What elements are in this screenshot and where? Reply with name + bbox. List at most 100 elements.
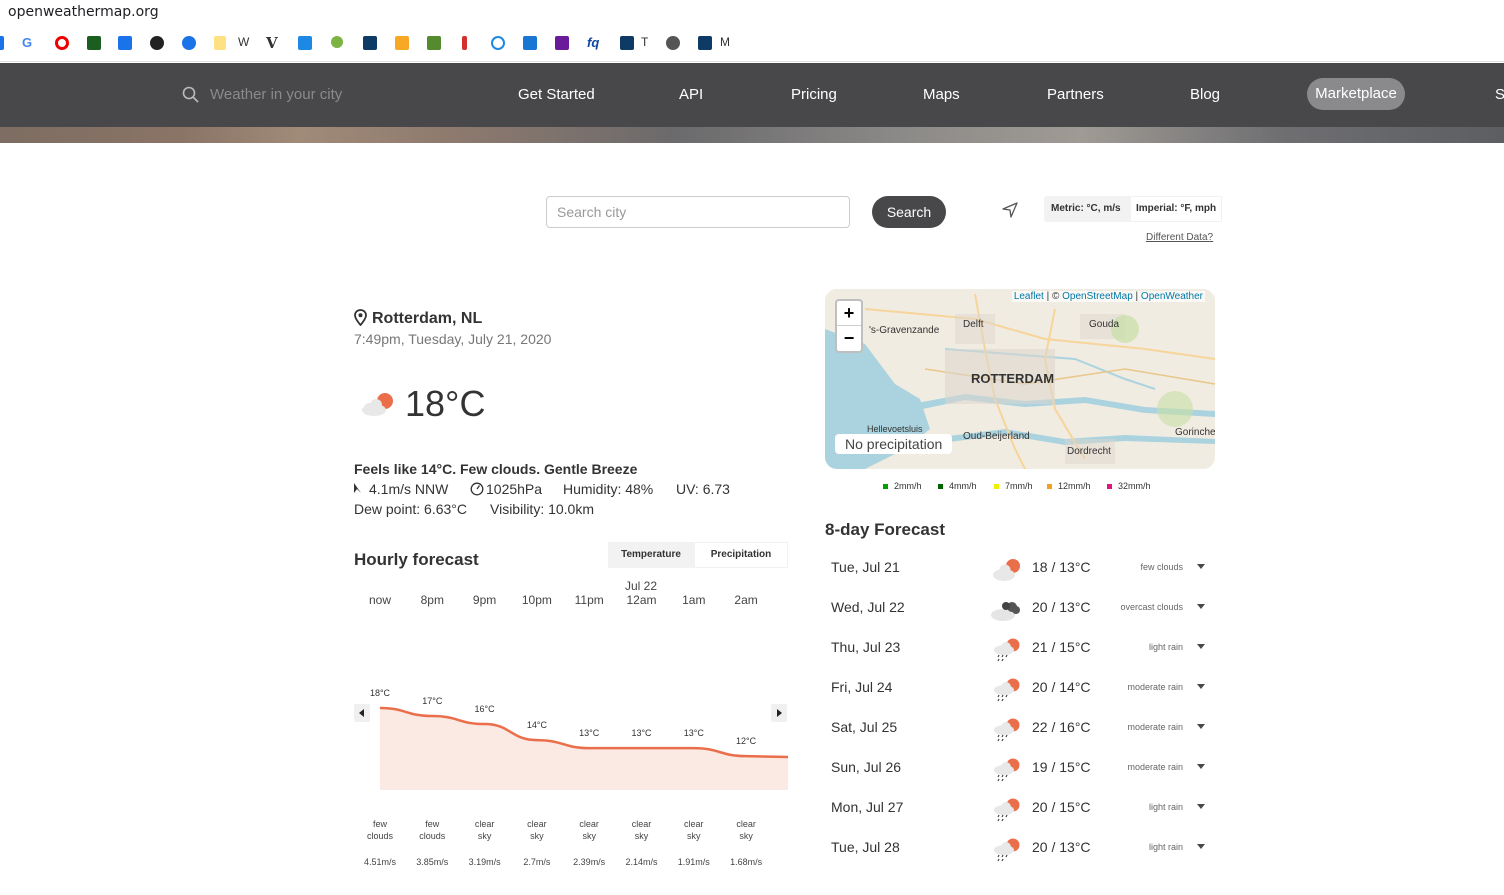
forecast-day: Mon, Jul 27	[831, 799, 904, 815]
forecast-temp: 22 / 16°C	[1032, 719, 1091, 735]
v-logo-icon[interactable]: V	[266, 36, 280, 51]
nav-link-partial[interactable]: S	[1495, 86, 1504, 103]
nav-link-pricing[interactable]: Pricing	[791, 86, 837, 103]
browser-url-bar[interactable]: openweathermap.org	[0, 0, 1504, 26]
forecast-day: Sat, Jul 25	[831, 719, 898, 735]
opera-icon[interactable]	[55, 36, 69, 50]
expand-caret-icon[interactable]	[1197, 764, 1205, 769]
map-label: Dordrecht	[1067, 446, 1111, 457]
bookmark-icon[interactable]	[150, 36, 164, 50]
description-line: sky	[687, 831, 701, 841]
zoom-in-button[interactable]: +	[837, 301, 861, 326]
account-icon[interactable]	[182, 36, 196, 50]
description-line: clear	[631, 819, 652, 829]
nav-link-maps[interactable]: Maps	[923, 86, 960, 103]
imperial-option[interactable]: Imperial: °F, mph	[1130, 196, 1222, 222]
bookmark-label[interactable]: M	[720, 35, 730, 49]
forecast-row[interactable]: Sat, Jul 25 22 / 16°C moderate rain	[825, 710, 1215, 750]
expand-caret-icon[interactable]	[1197, 804, 1205, 809]
different-data-link[interactable]: Different Data?	[1146, 232, 1213, 243]
forecast-temp: 19 / 15°C	[1032, 759, 1091, 775]
legend-label: 12mm/h	[1058, 481, 1091, 491]
rain-icon	[994, 638, 1020, 662]
forecast-row[interactable]: Tue, Jul 21 18 / 13°C few clouds	[825, 550, 1215, 590]
forecast-description: light rain	[1148, 802, 1183, 812]
hourly-wind: 3.85m/s	[416, 857, 449, 867]
rain-icon	[994, 838, 1020, 862]
pressure: 1025hPa	[486, 481, 543, 497]
openweather-link[interactable]: OpenWeather	[1141, 291, 1203, 302]
city-search-input[interactable]: Search city	[546, 196, 850, 228]
forecast-temp: 21 / 15°C	[1032, 639, 1091, 655]
nav-link-blog[interactable]: Blog	[1190, 86, 1220, 103]
leaflet-link[interactable]: Leaflet	[1014, 291, 1044, 302]
tab-precipitation[interactable]: Precipitation	[694, 542, 788, 568]
bookmark-icon[interactable]	[427, 36, 441, 50]
bookmark-label[interactable]: W	[238, 35, 249, 49]
forecast-day: Thu, Jul 23	[831, 639, 901, 655]
nav-link-partners[interactable]: Partners	[1047, 86, 1104, 103]
search-icon[interactable]	[182, 86, 199, 103]
hourly-description: clear sky	[512, 818, 562, 842]
description-line: clear	[736, 819, 756, 829]
expand-caret-icon[interactable]	[1197, 604, 1205, 609]
bookmark-icon[interactable]	[298, 36, 312, 50]
few-clouds-icon	[993, 559, 1020, 581]
bookmark-icon[interactable]	[331, 36, 343, 48]
nav-link-marketplace[interactable]: Marketplace	[1307, 78, 1405, 110]
description-line: clear	[527, 819, 547, 829]
calendar-icon[interactable]	[118, 36, 132, 50]
forecast-row[interactable]: Mon, Jul 27 20 / 15°C light rain	[825, 790, 1215, 830]
note-icon[interactable]	[214, 36, 226, 50]
units-toggle: Metric: °C, m/s Imperial: °F, mph	[1044, 196, 1222, 222]
forecast-row[interactable]: Fri, Jul 24 20 / 14°C moderate rain	[825, 670, 1215, 710]
bookmark-label[interactable]: T	[641, 35, 648, 49]
wind-speed: 4.1m/s NNW	[369, 481, 449, 497]
expand-caret-icon[interactable]	[1197, 724, 1205, 729]
expand-caret-icon[interactable]	[1197, 564, 1205, 569]
nav-link-get-started[interactable]: Get Started	[518, 86, 595, 103]
wind-direction-icon	[354, 483, 361, 493]
expand-caret-icon[interactable]	[1197, 684, 1205, 689]
temperature-data-label: 17°C	[422, 696, 443, 706]
legend-item: 32mm/h	[1107, 481, 1151, 491]
forecast-description: moderate rain	[1127, 762, 1183, 772]
zoom-out-button[interactable]: −	[837, 326, 861, 351]
forecast-row[interactable]: Sun, Jul 26 19 / 15°C moderate rain	[825, 750, 1215, 790]
osm-link[interactable]: OpenStreetMap	[1062, 291, 1133, 302]
nav-link-api[interactable]: API	[679, 86, 703, 103]
metric-option[interactable]: Metric: °C, m/s	[1051, 203, 1121, 214]
expand-caret-icon[interactable]	[1197, 644, 1205, 649]
description-line: sky	[477, 831, 492, 841]
radio-icon[interactable]	[491, 36, 505, 50]
globe-icon[interactable]	[666, 36, 680, 50]
bookmark-icon[interactable]	[523, 36, 537, 50]
location-arrow-icon[interactable]	[1001, 201, 1019, 219]
expand-caret-icon[interactable]	[1197, 844, 1205, 849]
bookmark-icon[interactable]	[395, 36, 409, 50]
google-icon[interactable]: G	[22, 36, 36, 50]
description-line: clear	[474, 819, 495, 829]
search-button[interactable]: Search	[872, 196, 946, 228]
grid-icon[interactable]	[555, 36, 569, 50]
description-line: few	[425, 819, 440, 829]
bookmark-icon[interactable]	[363, 36, 377, 50]
forecast-description: moderate rain	[1127, 682, 1183, 692]
bookmark-icon[interactable]	[620, 36, 634, 50]
hourly-description: clear sky	[564, 818, 614, 842]
url-text[interactable]: openweathermap.org	[8, 4, 159, 20]
nav-search-input[interactable]: Weather in your city	[210, 86, 342, 103]
forecast-row[interactable]: Thu, Jul 23 21 / 15°C light rain	[825, 630, 1215, 670]
forecast-row[interactable]: Tue, Jul 28 20 / 13°C light rain	[825, 830, 1215, 870]
legend-label: 2mm/h	[894, 481, 922, 491]
thermometer-icon[interactable]	[462, 36, 467, 50]
fq-icon[interactable]: fq	[587, 36, 601, 50]
bookmark-icon[interactable]	[87, 36, 101, 50]
precipitation-map[interactable]: 's-Gravenzande Delft Gouda ROTTERDAM Hel…	[825, 289, 1215, 469]
forecast-row[interactable]: Wed, Jul 22 20 / 13°C overcast clouds	[825, 590, 1215, 630]
description-line: few	[372, 819, 387, 829]
bookmark-icon[interactable]	[698, 36, 712, 50]
bookmark-icon[interactable]	[0, 36, 4, 50]
tab-temperature[interactable]: Temperature	[608, 542, 694, 568]
forecast-temp: 18 / 13°C	[1032, 559, 1091, 575]
